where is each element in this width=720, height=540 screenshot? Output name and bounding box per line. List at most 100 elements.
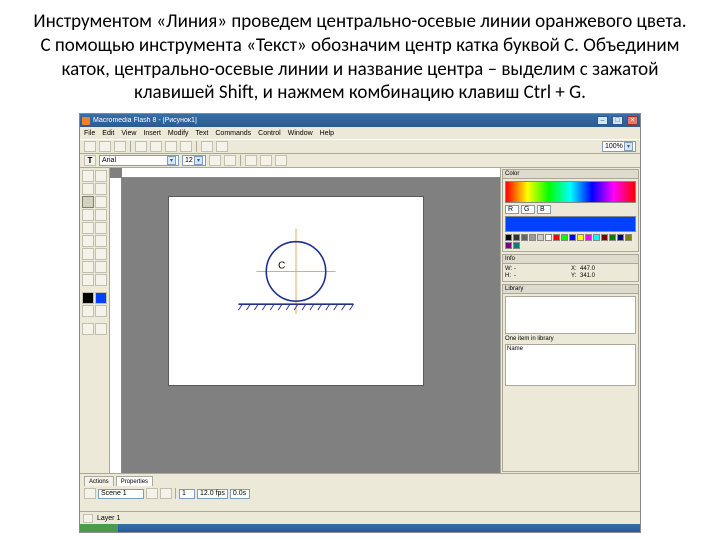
cut-button[interactable] (150, 141, 162, 152)
copy-button[interactable] (165, 141, 177, 152)
layer-add[interactable] (160, 488, 172, 499)
actions-tab[interactable]: Actions (84, 476, 114, 486)
workspace[interactable]: C (110, 168, 500, 473)
flash-app-window: Macromedia Flash 8 - [Рисунок1] – □ × Fi… (79, 113, 641, 533)
swatch[interactable] (625, 234, 632, 241)
swatch[interactable] (513, 234, 520, 241)
paste-button[interactable] (180, 141, 192, 152)
swatch[interactable] (593, 234, 600, 241)
swatch[interactable] (529, 234, 536, 241)
svg-text:C: C (278, 260, 285, 271)
close-button[interactable]: × (627, 116, 638, 125)
oval-tool[interactable] (82, 222, 94, 234)
swap-colors[interactable] (82, 305, 94, 317)
gradient-tool[interactable] (95, 183, 107, 195)
tools-panel (80, 168, 110, 473)
paint-bucket-tool[interactable] (95, 248, 107, 260)
eyedropper-tool[interactable] (82, 261, 94, 273)
new-button[interactable] (84, 141, 96, 152)
zoom-combo[interactable]: 100%▾ (602, 141, 636, 152)
stroke-color[interactable] (82, 292, 94, 304)
redo-button[interactable] (216, 141, 228, 152)
menu-control[interactable]: Control (258, 130, 281, 137)
hand-tool[interactable] (82, 274, 94, 286)
font-size-combo[interactable]: 12▾ (182, 155, 206, 166)
italic-button[interactable] (224, 155, 236, 166)
free-transform-tool[interactable] (82, 183, 94, 195)
subselection-tool[interactable] (95, 170, 107, 182)
lasso-tool[interactable] (95, 196, 107, 208)
menu-text[interactable]: Text (196, 130, 209, 137)
zoom-tool[interactable] (95, 274, 107, 286)
swatch[interactable] (537, 234, 544, 241)
info-x-val: 447.0 (580, 266, 636, 272)
layer-icon[interactable] (146, 488, 158, 499)
titlebar[interactable]: Macromedia Flash 8 - [Рисунок1] – □ × (80, 114, 640, 127)
swatch[interactable] (577, 234, 584, 241)
maximize-button[interactable]: □ (612, 116, 623, 125)
main-area: C Color R G B Info (80, 168, 640, 473)
menu-insert[interactable]: Insert (143, 130, 161, 137)
library-list[interactable]: Name (505, 344, 636, 386)
bold-button[interactable] (209, 155, 221, 166)
option-2[interactable] (95, 323, 107, 335)
align-left-button[interactable] (245, 155, 257, 166)
ink-bottle-tool[interactable] (82, 248, 94, 260)
g-input[interactable]: G (521, 205, 535, 214)
save-button[interactable] (114, 141, 126, 152)
swatch[interactable] (505, 234, 512, 241)
open-button[interactable] (99, 141, 111, 152)
default-colors[interactable] (95, 305, 107, 317)
option-1[interactable] (82, 323, 94, 335)
swatch[interactable] (505, 242, 512, 249)
eraser-tool[interactable] (95, 261, 107, 273)
color-panel-header[interactable]: Color (503, 170, 638, 179)
minimize-button[interactable]: – (597, 116, 608, 125)
align-right-button[interactable] (275, 155, 287, 166)
b-input[interactable]: B (537, 205, 551, 214)
font-family-combo[interactable]: Arial▾ (99, 155, 179, 166)
r-input[interactable]: R (505, 205, 519, 214)
line-tool[interactable] (82, 196, 94, 208)
swatch[interactable] (617, 234, 624, 241)
swatch[interactable] (569, 234, 576, 241)
fill-color[interactable] (95, 292, 107, 304)
undo-button[interactable] (201, 141, 213, 152)
menu-file[interactable]: File (84, 130, 95, 137)
scene-icon (84, 488, 96, 499)
color-panel: Color R G B (502, 169, 639, 252)
align-center-button[interactable] (260, 155, 272, 166)
menu-modify[interactable]: Modify (168, 130, 189, 137)
properties-tab[interactable]: Properties (116, 476, 153, 486)
swatch[interactable] (601, 234, 608, 241)
library-panel-header[interactable]: Library (503, 285, 638, 294)
pencil-tool[interactable] (82, 235, 94, 247)
color-spectrum[interactable] (505, 181, 636, 203)
info-panel-header[interactable]: Info (503, 255, 638, 264)
menu-edit[interactable]: Edit (102, 130, 114, 137)
stage[interactable]: C (168, 196, 424, 386)
instruction-caption: Инструментом «Линия» проведем центрально… (0, 0, 720, 111)
pen-tool[interactable] (82, 209, 94, 221)
swatch[interactable] (513, 242, 520, 249)
menu-commands[interactable]: Commands (215, 130, 251, 137)
brush-tool[interactable] (95, 235, 107, 247)
start-button[interactable] (80, 524, 118, 532)
swatch[interactable] (545, 234, 552, 241)
menu-view[interactable]: View (121, 130, 136, 137)
swatch[interactable] (553, 234, 560, 241)
swatch[interactable] (585, 234, 592, 241)
rectangle-tool[interactable] (95, 222, 107, 234)
selection-tool[interactable] (82, 170, 94, 182)
print-button[interactable] (135, 141, 147, 152)
menu-window[interactable]: Window (288, 130, 313, 137)
text-tool[interactable] (95, 209, 107, 221)
swatch[interactable] (561, 234, 568, 241)
swatch[interactable] (609, 234, 616, 241)
scene-combo[interactable]: Scene 1 (98, 489, 144, 499)
window-title: Macromedia Flash 8 - [Рисунок1] (93, 117, 593, 124)
info-panel: Info W:- X:447.0 H:- Y:341.0 (502, 254, 639, 282)
menu-help[interactable]: Help (320, 130, 334, 137)
taskbar[interactable] (80, 524, 640, 532)
swatch[interactable] (521, 234, 528, 241)
